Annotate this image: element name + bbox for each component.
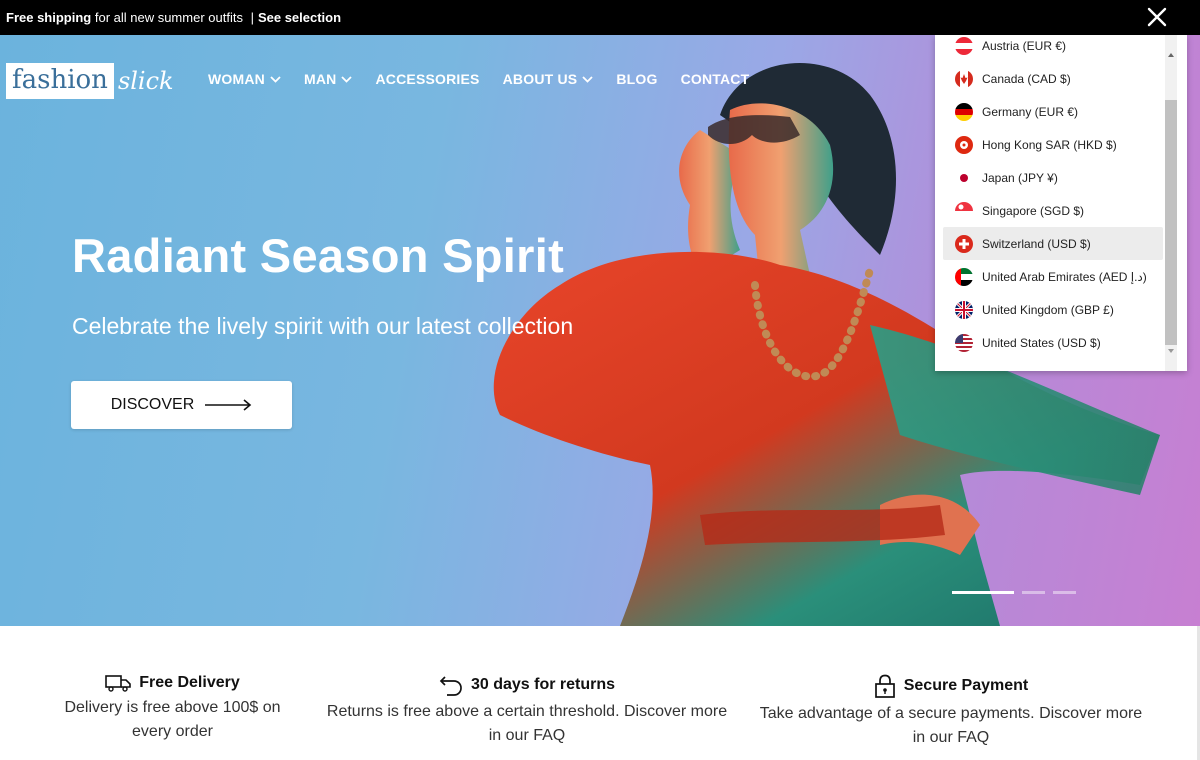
logo-wordmark: fashion: [6, 63, 114, 99]
nav-man[interactable]: MAN: [304, 71, 353, 87]
chevron-down-icon: [341, 75, 353, 83]
hero-title: Radiant Season Spirit: [72, 229, 565, 282]
hero-subtitle: Celebrate the lively spirit with our lat…: [72, 313, 574, 339]
discover-label: DISCOVER: [110, 396, 195, 413]
currency-option-germany[interactable]: Germany (EUR €): [943, 95, 1163, 128]
logo-script: slick: [117, 67, 174, 95]
feature-free-delivery: Free Delivery Delivery is free above 100…: [40, 674, 305, 744]
japan-flag-icon: [955, 168, 973, 187]
singapore-flag-icon: [955, 201, 973, 220]
slider-dots: [952, 591, 1076, 594]
announcement-separator: |: [250, 10, 254, 25]
announcement-bold: Free shipping: [6, 10, 92, 25]
nav-about-us[interactable]: ABOUT US: [503, 71, 594, 87]
currency-label: Switzerland (USD $): [982, 236, 1091, 251]
main-nav: WOMAN MAN ACCESSORIES ABOUT US BLOG CONT…: [208, 71, 772, 87]
feature-title: Secure Payment: [903, 677, 1029, 694]
return-arrow-icon: [439, 676, 462, 696]
germany-flag-icon: [955, 102, 973, 121]
site-logo[interactable]: fashion slick: [6, 63, 174, 99]
currency-option-austria[interactable]: Austria (EUR €): [943, 35, 1163, 62]
currency-option-uae[interactable]: United Arab Emirates (AED د.إ): [943, 260, 1163, 293]
currency-list: Austria (EUR €) Canada (CAD $) Germany (…: [943, 35, 1163, 359]
nav-woman[interactable]: WOMAN: [208, 71, 281, 87]
arrow-right-icon: [205, 399, 252, 411]
slider-dot-1[interactable]: [952, 591, 1014, 594]
feature-returns: 30 days for returns Returns is free abov…: [312, 674, 742, 748]
currency-option-japan[interactable]: Japan (JPY ¥): [943, 161, 1163, 194]
hong-kong-flag-icon: [955, 135, 973, 154]
currency-label: Austria (EUR €): [982, 38, 1067, 53]
canada-flag-icon: [955, 69, 973, 88]
currency-label: United Arab Emirates (AED د.إ): [982, 269, 1147, 284]
feature-desc-line2: every order: [132, 723, 213, 740]
scroll-up-icon[interactable]: [1168, 53, 1174, 57]
nav-label: CONTACT: [680, 71, 750, 87]
currency-label: Japan (JPY ¥): [982, 170, 1058, 185]
features-section: Free Delivery Delivery is free above 100…: [0, 626, 1200, 760]
feature-secure-payment: Secure Payment Take advantage of a secur…: [746, 674, 1156, 750]
nav-accessories[interactable]: ACCESSORIES: [375, 71, 479, 87]
currency-option-canada[interactable]: Canada (CAD $): [943, 62, 1163, 95]
currency-label: United States (USD $): [982, 335, 1101, 350]
dropdown-scrollbar[interactable]: [1165, 35, 1177, 371]
currency-label: Hong Kong SAR (HKD $): [982, 137, 1117, 152]
currency-dropdown[interactable]: Austria (EUR €) Canada (CAD $) Germany (…: [935, 35, 1187, 371]
uk-flag-icon: [955, 300, 973, 319]
discover-button[interactable]: DISCOVER: [71, 381, 292, 429]
switzerland-flag-icon: [955, 234, 973, 253]
announcement-bar: Free shipping for all new summer outfits…: [0, 0, 1200, 35]
lock-icon: [874, 674, 895, 698]
currency-label: Singapore (SGD $): [982, 203, 1085, 218]
chevron-down-icon: [582, 75, 593, 83]
truck-icon: [105, 675, 132, 692]
currency-option-hong-kong[interactable]: Hong Kong SAR (HKD $): [943, 128, 1163, 161]
chevron-down-icon: [270, 75, 281, 83]
currency-option-us[interactable]: United States (USD $): [943, 326, 1163, 359]
feature-desc-line2: in our FAQ: [488, 727, 566, 744]
close-icon[interactable]: [1146, 6, 1168, 28]
currency-option-singapore[interactable]: Singapore (SGD $): [943, 194, 1163, 227]
nav-blog[interactable]: BLOG: [616, 71, 657, 87]
feature-desc-line1: Delivery is free above 100$ on: [64, 699, 281, 716]
uae-flag-icon: [955, 267, 973, 286]
slider-dot-3[interactable]: [1053, 591, 1076, 594]
nav-label: MAN: [304, 71, 337, 87]
feature-title: 30 days for returns: [470, 676, 616, 693]
austria-flag-icon: [955, 36, 973, 55]
feature-desc-line2: in our FAQ: [912, 729, 990, 746]
nav-label: ABOUT US: [502, 71, 578, 87]
feature-title: Free Delivery: [139, 674, 240, 691]
currency-label: Germany (EUR €): [982, 104, 1079, 119]
nav-label: ACCESSORIES: [375, 71, 480, 87]
feature-desc-line1: Returns is free above a certain threshol…: [326, 703, 728, 720]
nav-label: BLOG: [616, 71, 658, 87]
nav-contact[interactable]: CONTACT: [681, 71, 750, 87]
slider-dot-2[interactable]: [1022, 591, 1045, 594]
currency-option-switzerland[interactable]: Switzerland (USD $): [943, 227, 1163, 260]
scrollbar-thumb[interactable]: [1165, 100, 1177, 345]
currency-label: Canada (CAD $): [982, 71, 1071, 86]
announcement-text: for all new summer outfits: [91, 10, 247, 25]
currency-option-uk[interactable]: United Kingdom (GBP £): [943, 293, 1163, 326]
currency-label: United Kingdom (GBP £): [982, 302, 1114, 317]
see-selection-link[interactable]: See selection: [258, 10, 341, 25]
nav-label: WOMAN: [208, 71, 265, 87]
feature-desc-line1: Take advantage of a secure payments. Dis…: [759, 705, 1143, 722]
scroll-down-icon[interactable]: [1168, 349, 1174, 353]
us-flag-icon: [955, 333, 973, 352]
